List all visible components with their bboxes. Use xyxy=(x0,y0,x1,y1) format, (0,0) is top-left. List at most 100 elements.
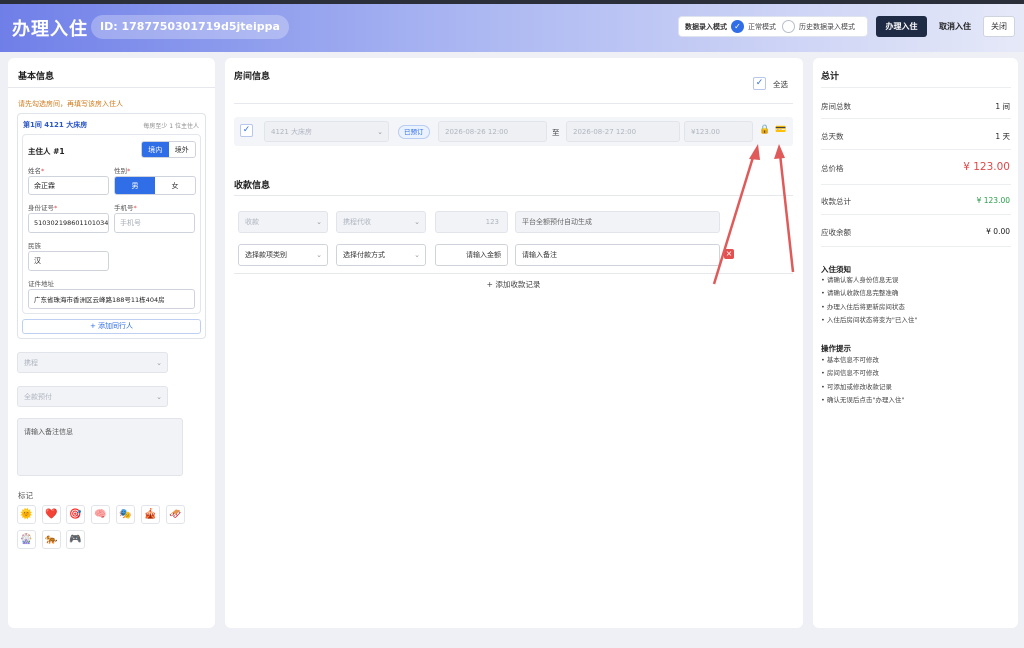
tip-item: • 确认无误后点击"办理入住" xyxy=(821,396,905,405)
payment-type-select-2[interactable]: 选择款项类别 ⌄ xyxy=(238,244,328,266)
tag-target-icon[interactable]: 🎯 xyxy=(66,505,85,524)
room-info-title: 房间信息 xyxy=(234,72,271,82)
ethnic-label: 民族 xyxy=(28,242,41,250)
notice-item: • 请确认收款信息完整准确 xyxy=(821,289,899,298)
divider xyxy=(821,184,1011,185)
tag-sled-icon[interactable]: 🛷 xyxy=(166,505,185,524)
payment-method-placeholder-2: 选择付款方式 xyxy=(343,251,385,259)
room-card-icon[interactable]: 💳 xyxy=(775,125,786,135)
checkin-notice-list: • 请确认客人身份信息无误 • 请确认收款信息完整准确 • 办理入住后将更新房间… xyxy=(821,274,917,328)
order-id-badge: ID: 1787750301719d5jteippa xyxy=(91,15,289,39)
gender-male-option[interactable]: 男 xyxy=(115,177,155,194)
room-requirement-text: 每房至少 1 位主住人 xyxy=(143,123,199,130)
balance-due-label: 应收余额 xyxy=(821,228,851,237)
payment-type-value-1: 收款 xyxy=(245,218,259,226)
notice-item: • 请确认客人身份信息无误 xyxy=(821,276,899,284)
page-title: 办理入住 xyxy=(12,19,88,40)
room-price-input[interactable]: ¥123.00 xyxy=(684,121,753,142)
gender-female-option[interactable]: 女 xyxy=(155,177,195,194)
divider xyxy=(821,118,1011,119)
operation-tips-list: • 基本信息不可修改 • 房间信息不可修改 • 可添加或修改收款记录 • 确认无… xyxy=(821,354,904,408)
data-entry-mode-selector: 数据录入模式 ✓ 正常模式 历史数据录入模式 xyxy=(678,16,868,37)
payment-type-select-1[interactable]: 收款 ⌄ xyxy=(238,211,328,233)
chevron-down-icon: ⌄ xyxy=(377,127,383,136)
room-hint-text: 请先勾选房间，再填写该房入住人 xyxy=(18,100,123,108)
payment-remark-input-1[interactable]: 平台全额预付自动生成 xyxy=(515,211,720,233)
mode-history-label[interactable]: 历史数据录入模式 xyxy=(799,22,855,32)
room-checkbox[interactable]: ✓ xyxy=(240,124,253,137)
radio-normal-mode[interactable]: ✓ xyxy=(731,20,744,33)
id-number-label: 身份证号* xyxy=(28,204,58,212)
arrow-to-card xyxy=(778,153,795,273)
divider xyxy=(821,149,1011,150)
payment-info-title: 收款信息 xyxy=(234,181,271,191)
id-number-input[interactable]: 510302198601101034 xyxy=(28,213,109,233)
gender-toggle: 男 女 xyxy=(114,176,196,195)
date-range-separator: 至 xyxy=(552,128,560,137)
tags-label: 标记 xyxy=(18,491,33,500)
payment-amount-input-1[interactable]: 123 xyxy=(435,211,508,233)
cancel-checkin-button[interactable]: 取消入住 xyxy=(933,16,977,37)
arrow-head-card xyxy=(774,144,785,159)
name-input[interactable]: 余正霖 xyxy=(28,176,109,195)
tip-item: • 可添加或修改收款记录 xyxy=(821,382,892,391)
phone-input[interactable]: 手机号 xyxy=(114,213,195,233)
total-days-label: 总天数 xyxy=(821,132,844,141)
add-companion-button[interactable]: + 添加同行人 xyxy=(22,319,201,334)
region-toggle: 境内 境外 xyxy=(141,141,196,158)
tip-item: • 基本信息不可修改 xyxy=(821,356,879,364)
payment-type-select[interactable]: 全款预付 ⌄ xyxy=(17,386,168,407)
tag-brain-icon[interactable]: 🧠 xyxy=(91,505,110,524)
mode-normal-label[interactable]: 正常模式 xyxy=(748,22,776,32)
total-days-value: 1 天 xyxy=(995,132,1010,141)
notice-item: • 入住后房间状态将变为"已入住" xyxy=(821,316,918,325)
payment-amount-input-2[interactable]: 请输入金额 xyxy=(435,244,508,266)
chevron-down-icon: ⌄ xyxy=(414,218,420,226)
payment-method-value-1: 携程代收 xyxy=(343,218,371,226)
received-total-value: ¥ 123.00 xyxy=(976,196,1010,205)
ethnic-input[interactable]: 汉 xyxy=(28,251,109,271)
total-price-value: ¥ 123.00 xyxy=(963,161,1010,173)
arrow-head-lock xyxy=(749,144,760,160)
divider xyxy=(821,246,1011,247)
chevron-down-icon: ⌄ xyxy=(316,218,322,226)
chevron-down-icon: ⌄ xyxy=(414,251,420,259)
phone-label: 手机号* xyxy=(114,204,137,212)
room-count-value: 1 间 xyxy=(995,102,1010,111)
payment-method-select-2[interactable]: 选择付款方式 ⌄ xyxy=(336,244,426,266)
radio-history-mode[interactable] xyxy=(782,20,795,33)
payment-method-select-1[interactable]: 携程代收 ⌄ xyxy=(336,211,426,233)
lock-icon[interactable]: 🔒 xyxy=(759,125,770,135)
tag-sun-icon[interactable]: 🌞 xyxy=(17,505,36,524)
channel-select[interactable]: 携程 ⌄ xyxy=(17,352,168,373)
payment-remark-input-2[interactable]: 请输入备注 xyxy=(515,244,720,266)
region-domestic-option[interactable]: 境内 xyxy=(142,142,169,157)
room-count-label: 房间总数 xyxy=(821,102,851,111)
tag-gamepad-icon[interactable]: 🎮 xyxy=(66,530,85,549)
divider xyxy=(821,214,1011,215)
select-all-label[interactable]: 全选 xyxy=(773,79,788,90)
select-all-checkbox[interactable]: ✓ xyxy=(753,77,766,90)
operation-tips-title: 操作提示 xyxy=(821,344,851,353)
checkin-date-input[interactable]: 2026-08-26 12:00 xyxy=(438,121,547,142)
total-price-label: 总价格 xyxy=(821,164,844,173)
checkout-date-input[interactable]: 2026-08-27 12:00 xyxy=(566,121,680,142)
arrow-to-lock xyxy=(712,153,756,285)
address-label: 证件地址 xyxy=(28,280,54,288)
summary-title: 总计 xyxy=(821,72,840,82)
notice-item: • 办理入住后将更新房间状态 xyxy=(821,302,905,311)
tag-circus-icon[interactable]: 🎪 xyxy=(141,505,160,524)
tag-masks-icon[interactable]: 🎭 xyxy=(116,505,135,524)
gender-label: 性别* xyxy=(114,167,131,175)
region-foreign-option[interactable]: 境外 xyxy=(169,142,196,157)
chevron-down-icon: ⌄ xyxy=(316,251,322,259)
tag-tiger-icon[interactable]: 🐅 xyxy=(42,530,61,549)
remark-textarea[interactable]: 请输入备注信息 xyxy=(17,418,183,476)
tag-heart-icon[interactable]: ❤️ xyxy=(42,505,61,524)
checkin-button[interactable]: 办理入住 xyxy=(876,16,927,37)
close-button[interactable]: 关闭 xyxy=(983,16,1015,37)
address-input[interactable]: 广东省珠海市香洲区云峰路188号11栋404房 xyxy=(28,289,195,309)
tag-wheel-icon[interactable]: 🎡 xyxy=(17,530,36,549)
room-select[interactable]: 4121 大床房 ⌄ xyxy=(264,121,389,142)
balance-due-value: ¥ 0.00 xyxy=(986,227,1010,236)
